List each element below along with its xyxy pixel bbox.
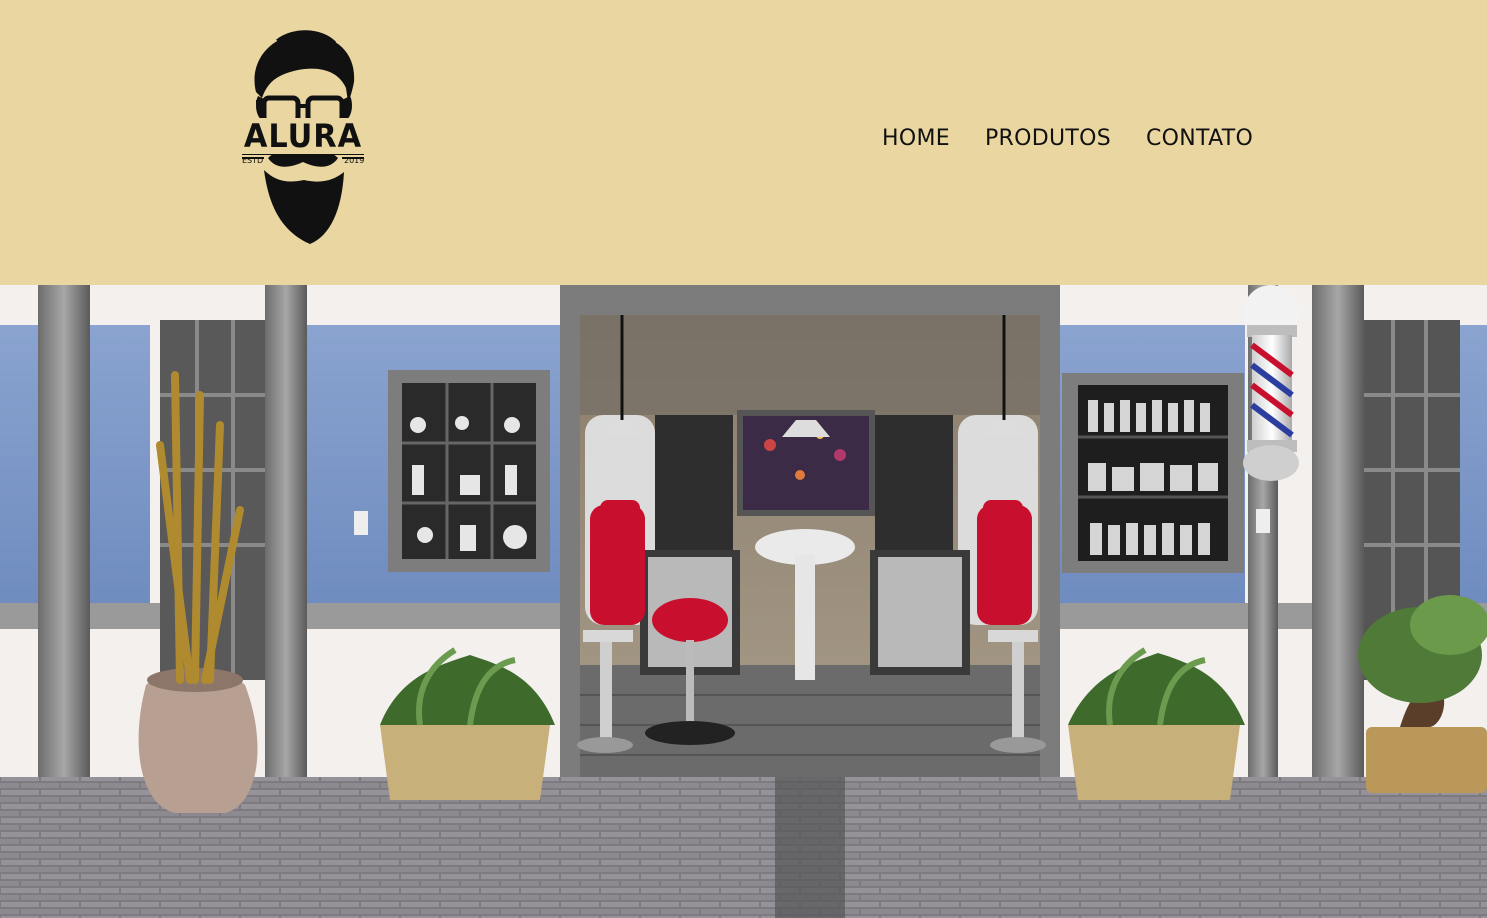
brand-year: 2019 — [344, 156, 365, 165]
brand-name: ALURA — [241, 118, 365, 154]
site-header: ALURA ESTD 2019 HOME PRODUTOS CONTATO — [0, 0, 1487, 285]
nav-home[interactable]: HOME — [882, 124, 950, 154]
barbershop-storefront-illustration — [0, 285, 1487, 918]
main-nav: HOME PRODUTOS CONTATO — [882, 124, 1253, 154]
brand-estd: ESTD — [242, 156, 264, 165]
nav-produtos[interactable]: PRODUTOS — [985, 124, 1111, 154]
nav-contato[interactable]: CONTATO — [1146, 124, 1253, 154]
alura-logo[interactable]: ALURA ESTD 2019 — [238, 30, 368, 246]
hero-banner — [0, 285, 1487, 918]
